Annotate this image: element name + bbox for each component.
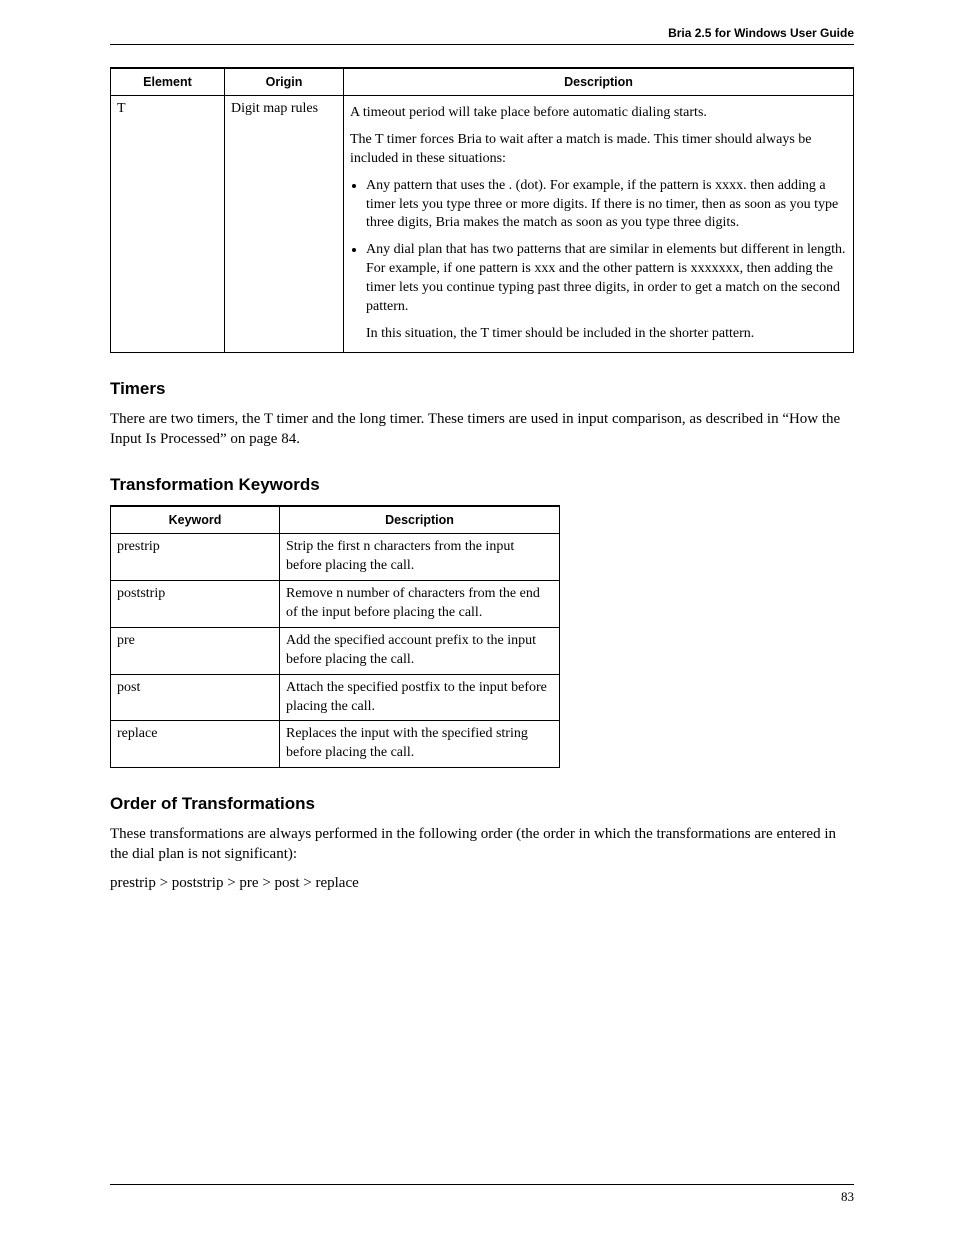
- cell-desc: Replaces the input with the specified st…: [280, 721, 560, 768]
- table-row: T Digit map rules A timeout period will …: [111, 96, 854, 353]
- heading-order: Order of Transformations: [110, 794, 854, 814]
- cell-origin: Digit map rules: [225, 96, 344, 353]
- page-number: 83: [841, 1189, 854, 1204]
- cell-element: T: [111, 96, 225, 353]
- heading-timers: Timers: [110, 379, 854, 399]
- element-table: Element Origin Description T Digit map r…: [110, 67, 854, 353]
- th-description-2: Description: [280, 506, 560, 534]
- cell-desc: Strip the first n characters from the in…: [280, 534, 560, 581]
- cell-description: A timeout period will take place before …: [344, 96, 854, 353]
- cell-keyword: pre: [111, 627, 280, 674]
- cell-keyword: poststrip: [111, 581, 280, 628]
- order-sequence: prestrip > poststrip > pre > post > repl…: [110, 873, 854, 893]
- cell-keyword: replace: [111, 721, 280, 768]
- cell-desc: Attach the specified postfix to the inpu…: [280, 674, 560, 721]
- table-row: poststrip Remove n number of characters …: [111, 581, 560, 628]
- header-title: Bria 2.5 for Windows User Guide: [668, 26, 854, 40]
- page-footer: 83: [110, 1184, 854, 1205]
- table-row: replace Replaces the input with the spec…: [111, 721, 560, 768]
- transformation-table: Keyword Description prestrip Strip the f…: [110, 505, 560, 768]
- th-description: Description: [344, 68, 854, 96]
- desc-bullet-2: Any dial plan that has two patterns that…: [366, 241, 847, 317]
- cell-keyword: prestrip: [111, 534, 280, 581]
- th-keyword: Keyword: [111, 506, 280, 534]
- desc-p1: A timeout period will take place before …: [350, 104, 847, 123]
- desc-bullet-1: Any pattern that uses the . (dot). For e…: [366, 177, 847, 234]
- th-element: Element: [111, 68, 225, 96]
- cell-desc: Remove n number of characters from the e…: [280, 581, 560, 628]
- order-body: These transformations are always perform…: [110, 824, 854, 865]
- table-row: prestrip Strip the first n characters fr…: [111, 534, 560, 581]
- table-row: post Attach the specified postfix to the…: [111, 674, 560, 721]
- page-header: Bria 2.5 for Windows User Guide: [110, 26, 854, 45]
- th-origin: Origin: [225, 68, 344, 96]
- timers-body: There are two timers, the T timer and th…: [110, 409, 854, 450]
- desc-note: In this situation, the T timer should be…: [366, 325, 847, 344]
- cell-keyword: post: [111, 674, 280, 721]
- desc-p2: The T timer forces Bria to wait after a …: [350, 131, 847, 169]
- table-row: pre Add the specified account prefix to …: [111, 627, 560, 674]
- heading-transformation-keywords: Transformation Keywords: [110, 475, 854, 495]
- cell-desc: Add the specified account prefix to the …: [280, 627, 560, 674]
